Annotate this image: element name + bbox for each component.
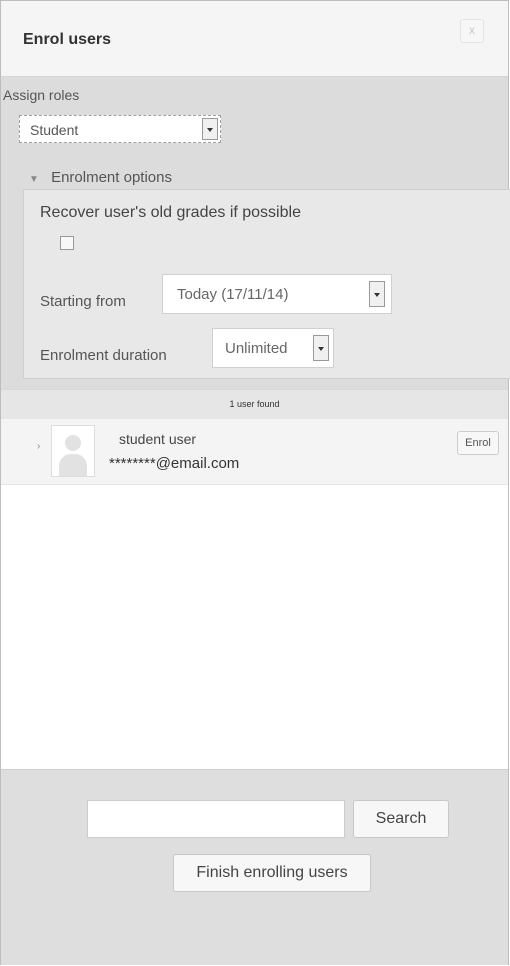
results-count: 1 user found (229, 399, 280, 409)
dialog-header: Enrol users x (1, 1, 508, 77)
enrol-button[interactable]: Enrol (457, 431, 499, 455)
close-icon: x (469, 23, 475, 37)
recover-grades-checkbox[interactable] (60, 236, 74, 250)
chevron-down-icon (202, 118, 218, 140)
user-list-item: › student user ********@email.com Enrol (1, 419, 508, 485)
starting-from-label: Starting from (40, 293, 126, 310)
chevron-down-icon (313, 335, 329, 361)
user-email: ********@email.com (109, 455, 240, 472)
close-button[interactable]: x (460, 19, 484, 43)
enrolment-options-toggle[interactable]: ▼ Enrolment options (29, 169, 172, 186)
user-avatar-icon (51, 425, 95, 477)
collapse-arrow-icon: ▼ (29, 174, 39, 185)
enrol-users-dialog: Enrol users x Assign roles Student ▼ Enr… (0, 0, 510, 965)
dialog-title: Enrol users (23, 31, 112, 48)
recover-grades-label: Recover user's old grades if possible (40, 204, 301, 221)
enrolment-duration-label: Enrolment duration (40, 347, 167, 364)
results-count-bar: 1 user found (1, 389, 508, 419)
enrolment-duration-value: Unlimited (225, 340, 288, 357)
finish-enrolling-button[interactable]: Finish enrolling users (173, 854, 371, 892)
search-button[interactable]: Search (353, 800, 449, 838)
enrolment-options-legend: Enrolment options (51, 169, 172, 186)
search-input[interactable] (87, 800, 345, 838)
starting-from-select[interactable]: Today (17/11/14) (162, 274, 392, 314)
row-marker-icon: › (37, 441, 41, 452)
dialog-footer: Search Finish enrolling users (1, 769, 508, 965)
user-name: student user (119, 431, 197, 447)
enrolment-duration-select[interactable]: Unlimited (212, 328, 334, 368)
chevron-down-icon (369, 281, 385, 307)
role-select[interactable]: Student (19, 115, 221, 143)
assign-roles-label: Assign roles (3, 87, 80, 103)
starting-from-value: Today (17/11/14) (177, 286, 289, 303)
enrol-settings-panel: Assign roles Student ▼ Enrolment options… (1, 77, 510, 389)
role-select-value: Student (30, 122, 79, 138)
enrolment-options-fieldset: Recover user's old grades if possible St… (23, 189, 510, 379)
